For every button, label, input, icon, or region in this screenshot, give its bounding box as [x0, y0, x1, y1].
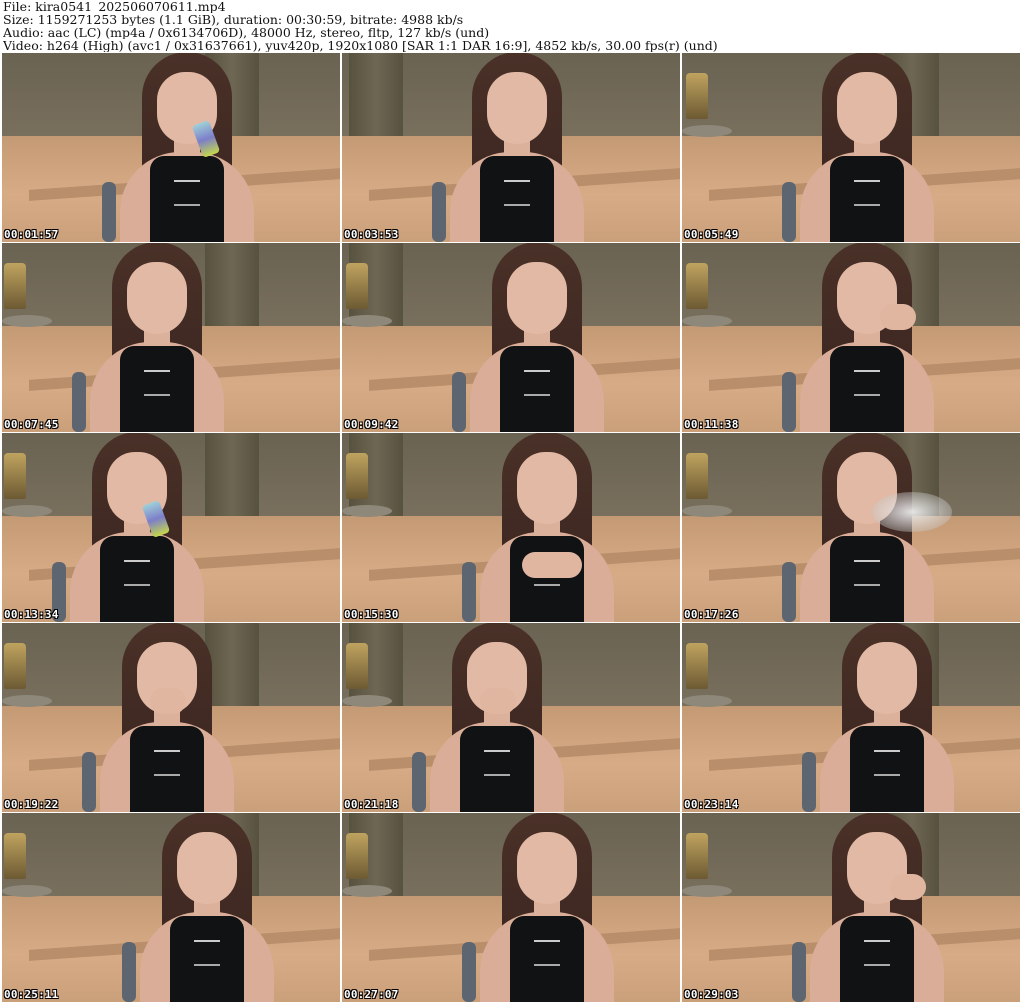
- lamp-image: [346, 833, 368, 879]
- hand-image: [150, 688, 186, 714]
- lamp-image: [686, 453, 708, 499]
- video-thumbnail[interactable]: 00:09:42: [342, 243, 680, 432]
- audio-info-line: Audio: aac (LC) (mp4a / 0x6134706D), 480…: [3, 26, 490, 39]
- thumbnail-timestamp: 00:05:49: [684, 228, 739, 241]
- video-thumbnail[interactable]: 00:23:14: [682, 623, 1020, 812]
- person-image: [792, 433, 952, 622]
- lamp-image: [4, 643, 26, 689]
- thumbnail-timestamp: 00:11:38: [684, 418, 739, 431]
- person-image: [62, 433, 212, 622]
- hand-image: [480, 688, 516, 714]
- side-table-image: [682, 505, 732, 517]
- thumbnail-timestamp: 00:19:22: [4, 798, 59, 811]
- side-table-image: [682, 315, 732, 327]
- hand-image: [522, 552, 582, 578]
- side-table-image: [682, 125, 732, 137]
- person-image: [472, 813, 622, 1002]
- person-image: [422, 623, 572, 812]
- side-table-image: [342, 695, 392, 707]
- thumbnail-timestamp: 00:23:14: [684, 798, 739, 811]
- thumbnail-timestamp: 00:29:03: [684, 988, 739, 1001]
- side-table-image: [682, 885, 732, 897]
- side-table-image: [2, 695, 52, 707]
- lamp-image: [686, 263, 708, 309]
- person-image: [792, 243, 942, 432]
- video-thumbnail[interactable]: 00:07:45: [2, 243, 340, 432]
- person-image: [82, 243, 232, 432]
- video-thumbnail[interactable]: 00:11:38: [682, 243, 1020, 432]
- lamp-image: [686, 643, 708, 689]
- video-thumbnail[interactable]: 00:25:11: [2, 813, 340, 1002]
- video-thumbnail[interactable]: 00:05:49: [682, 53, 1020, 242]
- lamp-image: [346, 453, 368, 499]
- video-info-header: File: kira0541_202506070611.mp4 Size: 11…: [3, 0, 1021, 52]
- lamp-image: [346, 643, 368, 689]
- person-image: [812, 623, 962, 812]
- video-thumbnail[interactable]: 00:01:57: [2, 53, 340, 242]
- thumbnail-timestamp: 00:15:30: [344, 608, 399, 621]
- person-image: [792, 53, 942, 242]
- thumbnail-timestamp: 00:13:34: [4, 608, 59, 621]
- side-table-image: [2, 505, 52, 517]
- thumbnail-timestamp: 00:07:45: [4, 418, 59, 431]
- hand-image: [890, 874, 926, 900]
- lamp-image: [4, 833, 26, 879]
- person-image: [92, 623, 242, 812]
- lamp-image: [686, 833, 708, 879]
- thumbnail-timestamp: 00:25:11: [4, 988, 59, 1001]
- file-name-line: File: kira0541_202506070611.mp4: [3, 0, 226, 13]
- thumbnail-timestamp: 00:21:18: [344, 798, 399, 811]
- side-table-image: [682, 695, 732, 707]
- thumbnail-timestamp: 00:09:42: [344, 418, 399, 431]
- person-image: [112, 53, 262, 242]
- thumbnail-timestamp: 00:27:07: [344, 988, 399, 1001]
- lamp-image: [4, 263, 26, 309]
- side-table-image: [342, 885, 392, 897]
- thumbnail-timestamp: 00:17:26: [684, 608, 739, 621]
- person-image: [442, 53, 592, 242]
- person-image: [132, 813, 282, 1002]
- side-table-image: [342, 315, 392, 327]
- lamp-image: [346, 263, 368, 309]
- video-thumbnail[interactable]: 00:03:53: [342, 53, 680, 242]
- video-thumbnail[interactable]: 00:27:07: [342, 813, 680, 1002]
- video-thumbnail[interactable]: 00:21:18: [342, 623, 680, 812]
- thumbnail-grid: 00:01:57 00:03:53 00:05:49 00:07:45 00:09:42…: [2, 53, 1022, 1003]
- file-size-line: Size: 1159271253 bytes (1.1 GiB), durati…: [3, 13, 464, 26]
- person-image: [462, 243, 612, 432]
- person-image: [472, 433, 622, 622]
- hand-image: [880, 304, 916, 330]
- thumbnail-timestamp: 00:01:57: [4, 228, 59, 241]
- side-table-image: [2, 885, 52, 897]
- side-table-image: [2, 315, 52, 327]
- person-image: [802, 813, 952, 1002]
- video-thumbnail[interactable]: 00:19:22: [2, 623, 340, 812]
- video-info-line: Video: h264 (High) (avc1 / 0x31637661), …: [3, 39, 718, 52]
- thumbnail-timestamp: 00:03:53: [344, 228, 399, 241]
- vapor-cloud-image: [872, 492, 952, 532]
- video-thumbnail[interactable]: 00:29:03: [682, 813, 1020, 1002]
- lamp-image: [686, 73, 708, 119]
- side-table-image: [342, 505, 392, 517]
- video-thumbnail[interactable]: 00:15:30: [342, 433, 680, 622]
- video-thumbnail[interactable]: 00:13:34: [2, 433, 340, 622]
- lamp-image: [4, 453, 26, 499]
- video-thumbnail[interactable]: 00:17:26: [682, 433, 1020, 622]
